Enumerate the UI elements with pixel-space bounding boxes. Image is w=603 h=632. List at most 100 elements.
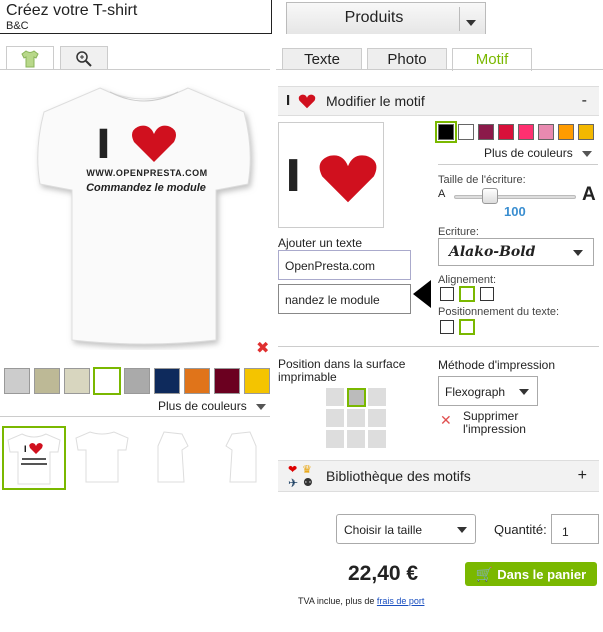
close-icon[interactable]: ✕ <box>440 412 452 429</box>
people-icon: ⚉ <box>303 477 313 489</box>
divider <box>438 164 598 165</box>
text-input-2[interactable]: nandez le module <box>278 284 411 314</box>
price: 22,40 € <box>348 562 419 585</box>
chevron-down-icon <box>519 389 529 395</box>
text-pos-top-icon[interactable] <box>440 320 454 334</box>
add-text-label: Ajouter un texte <box>278 236 363 250</box>
expand-toggle[interactable]: + <box>578 467 587 485</box>
tab-tshirt[interactable] <box>6 46 54 70</box>
color-swatch[interactable] <box>34 368 60 394</box>
align-left-icon[interactable] <box>440 287 454 301</box>
position-cell[interactable] <box>368 409 386 427</box>
position-cell[interactable] <box>347 409 365 427</box>
font-select-value: Alako-Bold <box>449 244 536 260</box>
position-cell-selected[interactable] <box>347 388 366 407</box>
add-to-cart-label: Dans le panier <box>497 567 587 582</box>
motif-preview[interactable]: I <box>278 122 384 228</box>
motif-section-header[interactable]: I Modifier le motif - <box>278 86 599 116</box>
color-swatch[interactable] <box>124 368 150 394</box>
align-center-icon[interactable] <box>459 286 475 302</box>
position-cell[interactable] <box>368 388 386 406</box>
quantity-input[interactable]: 1 <box>551 514 599 544</box>
method-select-value: Flexograph <box>445 385 506 399</box>
products-tab[interactable]: Produits <box>286 2 486 34</box>
delete-icon[interactable]: ✖ <box>256 338 269 358</box>
page-title: Créez votre T-shirt <box>6 2 138 19</box>
size-slider-handle[interactable] <box>482 188 498 204</box>
size-slider-track[interactable] <box>454 195 576 199</box>
position-cell[interactable] <box>368 430 386 448</box>
chevron-down-icon[interactable] <box>459 7 481 31</box>
position-cell[interactable] <box>347 430 365 448</box>
text-color-selected[interactable] <box>435 121 457 143</box>
tab-zoom[interactable] <box>60 46 108 70</box>
position-cell[interactable] <box>326 388 344 406</box>
shipping-link[interactable]: frais de port <box>377 596 425 606</box>
heart-icon <box>132 125 176 162</box>
align-label: Alignement: <box>438 274 497 286</box>
add-to-cart-button[interactable]: 🛒 Dans le panier <box>465 562 597 586</box>
text-color[interactable] <box>478 124 494 140</box>
vat-text: TVA inclue, plus de <box>298 596 375 606</box>
view-thumb-front[interactable]: I <box>2 426 66 490</box>
tshirt-preview[interactable]: I WWW.OPENPRESTA.COM Commandez le module <box>30 80 258 350</box>
align-right-icon[interactable] <box>480 287 494 301</box>
left-tab-divider <box>0 69 270 70</box>
plane-icon: ✈ <box>288 476 299 490</box>
motif-letter: I <box>285 151 302 202</box>
text-color[interactable] <box>498 124 514 140</box>
text-color[interactable] <box>458 124 474 140</box>
delete-print-link[interactable]: Supprimer l'impression <box>463 410 553 436</box>
text-pos-bottom-icon[interactable] <box>459 319 475 335</box>
tab-photo[interactable]: Photo <box>367 48 447 70</box>
more-text-colors-dropdown[interactable]: Plus de couleurs <box>484 146 593 160</box>
color-swatch-selected[interactable] <box>93 367 121 395</box>
text-input-1[interactable]: OpenPresta.com <box>278 250 411 280</box>
color-swatch[interactable] <box>244 368 270 394</box>
position-grid <box>326 388 388 450</box>
method-select[interactable]: Flexograph <box>438 376 538 406</box>
collapse-toggle[interactable]: - <box>582 92 587 110</box>
library-section-header[interactable]: ❤ ♛ ✈ ⚉ Bibliothèque des motifs + <box>278 460 599 492</box>
text-color[interactable] <box>558 124 574 140</box>
page-title-box: Créez votre T-shirt B&C <box>0 0 272 34</box>
tab-motif[interactable]: Motif <box>452 48 532 71</box>
divider <box>278 346 599 347</box>
size-small-a: A <box>438 188 446 200</box>
position-cell[interactable] <box>326 409 344 427</box>
text-color[interactable] <box>518 124 534 140</box>
color-swatch[interactable] <box>154 368 180 394</box>
size-big-a: A <box>582 184 596 205</box>
divider <box>0 416 270 417</box>
size-select[interactable]: Choisir la taille <box>336 514 476 544</box>
view-thumb-left[interactable] <box>142 426 206 490</box>
view-thumb-right[interactable] <box>212 426 276 490</box>
motif-section-title: Modifier le motif <box>326 93 425 109</box>
view-thumb-back[interactable] <box>72 426 136 490</box>
text-position-label: Positionnement du texte: <box>438 306 560 318</box>
products-tab-label: Produits <box>344 9 404 26</box>
chevron-down-icon <box>573 250 583 256</box>
product-color-swatches <box>4 367 274 396</box>
chevron-down-icon <box>256 404 267 410</box>
color-swatch[interactable] <box>4 368 30 394</box>
right-tab-divider <box>276 69 603 70</box>
font-select[interactable]: Alako-Bold <box>438 238 594 266</box>
pointer-arrow-icon <box>413 280 431 308</box>
text-color[interactable] <box>578 124 594 140</box>
position-label: Position dans la surface imprimable <box>278 357 406 384</box>
print-letter: I <box>96 122 111 168</box>
text-color[interactable] <box>538 124 554 140</box>
tshirt-icon <box>21 50 39 68</box>
color-swatch[interactable] <box>64 368 90 394</box>
tshirt-front-thumb: I <box>7 433 61 485</box>
heart-icon <box>298 94 316 109</box>
tab-texte[interactable]: Texte <box>282 48 362 70</box>
more-colors-dropdown[interactable]: Plus de couleurs <box>158 399 267 413</box>
color-swatch[interactable] <box>214 368 240 394</box>
more-colors-label: Plus de couleurs <box>158 399 247 413</box>
library-title: Bibliothèque des motifs <box>326 468 471 484</box>
position-cell[interactable] <box>326 430 344 448</box>
tshirt-side-thumb <box>157 431 189 483</box>
color-swatch[interactable] <box>184 368 210 394</box>
